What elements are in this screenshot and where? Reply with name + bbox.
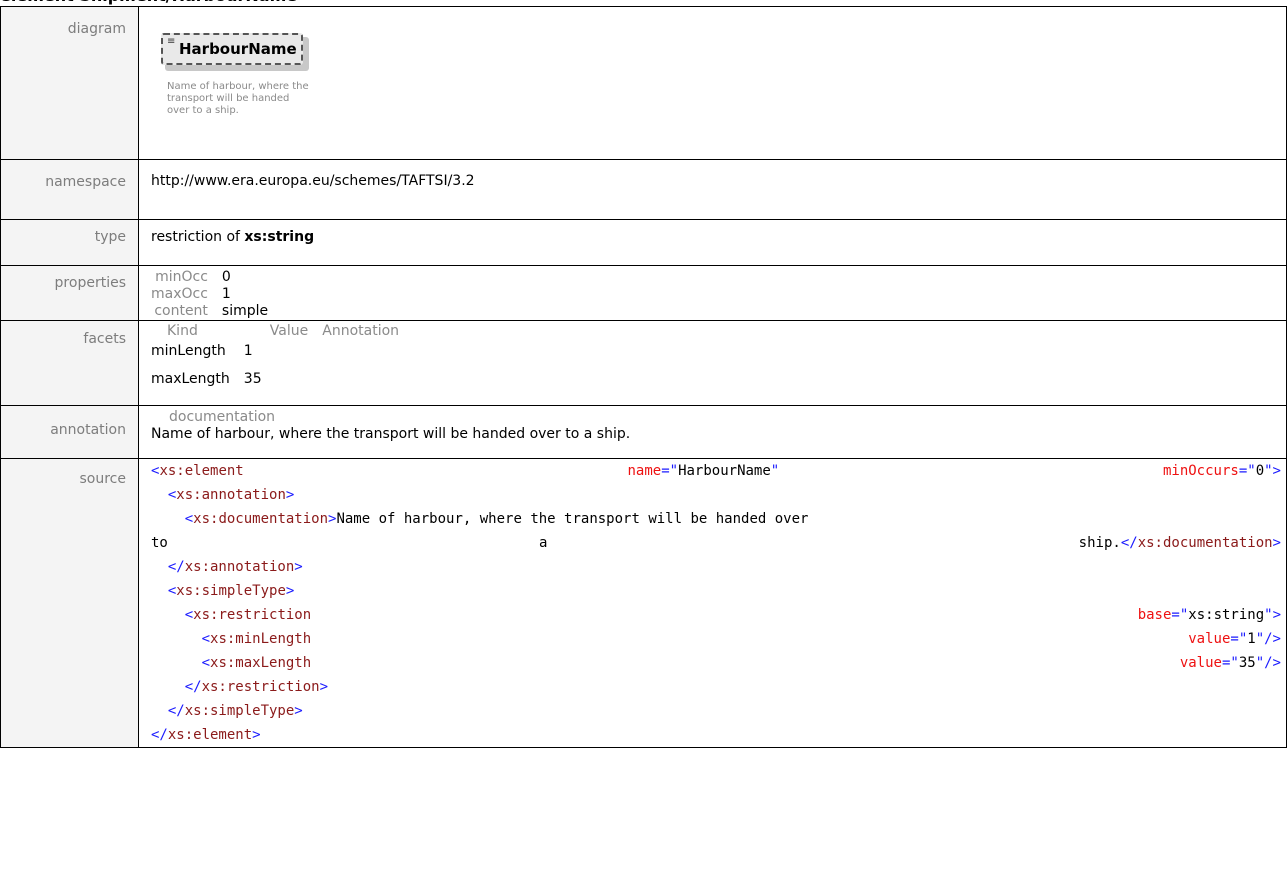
- source-attr-value: HarbourName: [678, 463, 771, 479]
- facet-row: maxLength 35: [151, 371, 413, 399]
- source-text: to: [151, 535, 168, 551]
- namespace-value: http://www.era.europa.eu/schemes/TAFTSI/…: [138, 159, 1287, 220]
- facet-kind: minLength: [151, 343, 226, 359]
- source-line: </xs:restriction>: [184, 679, 329, 695]
- source-attr-value: 0: [1255, 463, 1265, 479]
- facets-row: facets Kind Value Annotation minLength 1…: [0, 320, 1287, 406]
- source-row: source <xs:element name="HarbourName" minO…: [0, 458, 1287, 748]
- facet-kind: maxLength: [151, 371, 230, 387]
- source-line: </xs:annotation>: [167, 559, 303, 575]
- source-line: <xs:element name="HarbourName" minOccurs="…: [151, 463, 1281, 479]
- diagram-element-name: HarbourName: [179, 40, 297, 58]
- namespace-label: namespace: [0, 159, 139, 220]
- facets-header-kind: Kind: [167, 323, 198, 339]
- facets-cell: Kind Value Annotation minLength 1 maxLen…: [138, 320, 1287, 406]
- diagram-doc-line: Name of harbour, where the: [167, 81, 309, 92]
- facet-row: minLength 1: [151, 343, 413, 371]
- diagram-label: diagram: [0, 6, 139, 160]
- source-attr-name: value: [1179, 655, 1222, 671]
- property-key: maxOcc: [151, 286, 208, 302]
- diagram-row: diagram ≡ HarbourName Name of harbour, w…: [0, 6, 1287, 160]
- source-tag: xs:element: [167, 727, 253, 743]
- source-text: Name of harbour, where the transport wil…: [336, 511, 809, 527]
- property-key: minOcc: [155, 269, 208, 285]
- facets-header-annotation: Annotation: [322, 323, 400, 339]
- source-tag: xs:simpleType: [176, 583, 286, 599]
- annotation-sub-label: documentation: [169, 409, 276, 425]
- source-label: source: [0, 458, 139, 748]
- property-value: simple: [221, 303, 269, 319]
- source-tag: xs:restriction: [193, 607, 312, 623]
- source-tag: xs:minLength: [210, 631, 312, 647]
- type-row: type restriction of xs:string: [0, 219, 1287, 266]
- property-value: 1: [221, 286, 231, 302]
- type-base-link[interactable]: xs:string: [244, 229, 314, 245]
- source-code-block: <xs:element name="HarbourName" minOccurs="…: [138, 458, 1287, 748]
- facet-annotation: [322, 343, 413, 371]
- properties-label: properties: [0, 265, 139, 321]
- facets-label: facets: [0, 320, 139, 406]
- property-row: maxOcc 1: [151, 286, 268, 303]
- source-tag: xs:maxLength: [210, 655, 312, 671]
- source-tag: xs:annotation: [184, 559, 295, 575]
- facets-header-row: Kind Value Annotation: [151, 323, 413, 343]
- annotation-cell: documentation Name of harbour, where the…: [138, 405, 1287, 459]
- source-line: </xs:element>: [151, 727, 261, 743]
- source-attr-name: base: [1137, 607, 1172, 623]
- type-label: type: [0, 219, 139, 266]
- facet-annotation: [322, 371, 413, 399]
- source-line: <xs:annotation>: [167, 487, 295, 503]
- property-key: content: [154, 303, 208, 319]
- source-text: ship.: [1078, 535, 1121, 551]
- source-tag: xs:restriction: [201, 679, 320, 695]
- property-value: 0: [221, 269, 231, 285]
- source-line: <xs:simpleType>: [167, 583, 295, 599]
- source-attr-value: 1: [1247, 631, 1256, 647]
- properties-cell: minOcc 0 maxOcc 1 content simple: [138, 265, 1287, 321]
- source-tag: xs:element: [159, 463, 244, 479]
- source-attr-value: xs:string: [1188, 607, 1265, 623]
- source-tag: xs:annotation: [176, 487, 286, 503]
- source-attr-name: value: [1188, 631, 1231, 647]
- source-tag: xs:documentation: [193, 511, 329, 527]
- source-line: <xs:restriction base="xs:string">: [184, 607, 1281, 623]
- source-tag: xs:documentation: [1137, 535, 1273, 551]
- source-line: <xs:minLength value="1"/>: [201, 631, 1281, 647]
- facets-table: Kind Value Annotation minLength 1 maxLen…: [151, 323, 413, 399]
- annotation-row: annotation documentation Name of harbour…: [0, 405, 1287, 459]
- source-line: </xs:simpleType>: [167, 703, 303, 719]
- diagram-doc-line: transport will be handed: [167, 93, 290, 104]
- annotation-label: annotation: [0, 405, 139, 459]
- facet-value: 35: [243, 371, 262, 387]
- type-value: restriction of xs:string: [138, 219, 1287, 266]
- property-row: content simple: [151, 303, 268, 320]
- element-diagram-box[interactable]: ≡ HarbourName: [161, 33, 303, 65]
- element-content-icon: ≡: [167, 36, 176, 47]
- type-prefix: restriction of: [151, 229, 245, 245]
- source-attr-name: minOccurs: [1162, 463, 1239, 479]
- properties-row: properties minOcc 0 maxOcc 1 content sim…: [0, 265, 1287, 321]
- source-line: <xs:documentation>Name of harbour, where…: [184, 511, 809, 527]
- source-tag: xs:simpleType: [184, 703, 295, 719]
- source-line: <xs:maxLength value="35"/>: [201, 655, 1281, 671]
- source-attr-name: name: [627, 463, 662, 479]
- namespace-row: namespace http://www.era.europa.eu/schem…: [0, 159, 1287, 220]
- annotation-text: Name of harbour, where the transport wil…: [151, 426, 631, 442]
- diagram-documentation: Name of harbour, where the transport wil…: [167, 81, 317, 117]
- element-doc-table: diagram ≡ HarbourName Name of harbour, w…: [0, 6, 1287, 748]
- properties-table: minOcc 0 maxOcc 1 content simple: [151, 269, 268, 320]
- diagram-doc-line: over to a ship.: [167, 105, 239, 116]
- diagram-cell: ≡ HarbourName Name of harbour, where the…: [138, 6, 1287, 160]
- facets-header-value: Value: [269, 323, 309, 339]
- source-attr-value: 35: [1238, 655, 1256, 671]
- facet-value: 1: [243, 343, 253, 359]
- property-row: minOcc 0: [151, 269, 268, 286]
- source-line: to a ship.</xs:documentation>: [151, 531, 1281, 555]
- source-text: a: [539, 535, 548, 551]
